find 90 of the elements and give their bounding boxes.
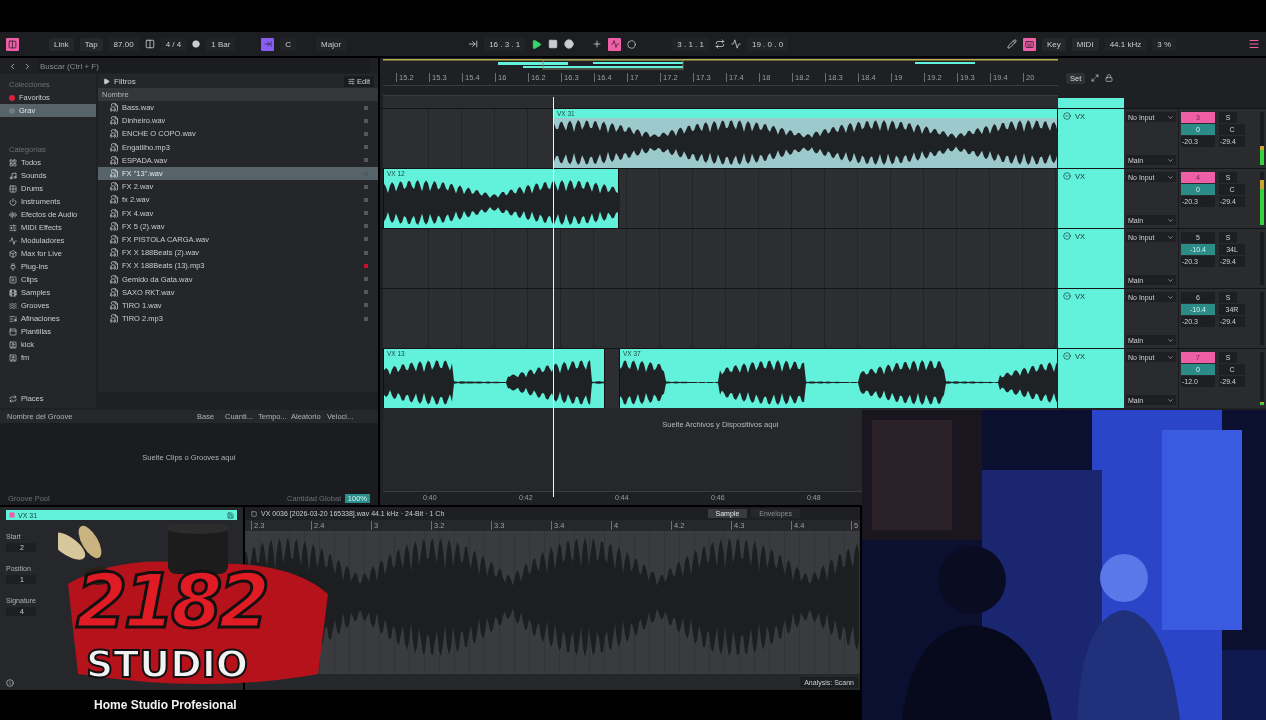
- search-field[interactable]: Buscar (Ctrl + F): [38, 59, 370, 73]
- fold-icon[interactable]: [1063, 292, 1071, 300]
- lock-icon[interactable]: [1105, 74, 1114, 82]
- chevron-down-icon: [1167, 233, 1174, 241]
- fold-icon[interactable]: [1063, 352, 1071, 360]
- box-icon: [9, 249, 17, 258]
- audio-lines-icon: [9, 210, 17, 219]
- scale-dropdown[interactable]: Major: [316, 37, 347, 51]
- layout-icon[interactable]: [6, 37, 19, 51]
- audio-file-icon: [110, 314, 119, 324]
- link-button[interactable]: Link: [49, 37, 74, 51]
- sliders-icon: [9, 223, 17, 232]
- loop-icon[interactable]: [714, 39, 725, 49]
- logo-subtitle: STUDIO: [86, 644, 249, 684]
- sliders-icon: [348, 77, 356, 85]
- note-icon: [9, 171, 17, 180]
- film-icon: [9, 288, 17, 297]
- audio-file-icon: [110, 169, 119, 179]
- fold-icon[interactable]: [1063, 232, 1071, 240]
- back-icon[interactable]: [8, 61, 17, 71]
- save-icon[interactable]: [227, 511, 234, 519]
- chevron-down-icon: [1167, 113, 1174, 121]
- audio-file-icon: [110, 234, 119, 244]
- audio-file-icon: [110, 155, 119, 165]
- user-square-icon: [9, 340, 17, 349]
- quantize-dropdown[interactable]: 1 Bar: [206, 37, 236, 51]
- logo-title: 2182: [76, 564, 266, 638]
- audio-file-icon: [110, 248, 119, 258]
- play-icon[interactable]: [531, 38, 543, 50]
- key-dropdown[interactable]: C: [280, 37, 297, 51]
- loop-start-field[interactable]: 3 . 1 . 1: [672, 37, 709, 51]
- chevron-down-icon: [1167, 216, 1174, 224]
- info-icon[interactable]: [6, 679, 14, 687]
- squares-icon: [9, 184, 17, 193]
- clip-icon: [251, 510, 257, 517]
- chevron-down-icon: [1167, 293, 1174, 301]
- audio-file-icon: [110, 182, 119, 192]
- menu-icon[interactable]: [1248, 38, 1260, 50]
- audio-file-icon: [110, 287, 119, 297]
- chevron-down-icon: [1167, 353, 1174, 361]
- time-signature-field[interactable]: 4 / 4: [160, 37, 187, 51]
- audio-file-icon: [110, 274, 119, 284]
- audio-file-icon: [110, 129, 119, 139]
- audio-file-icon: [110, 208, 119, 218]
- audio-file-icon: [110, 221, 119, 231]
- color-icon: [9, 512, 15, 518]
- audio-file-icon: [110, 300, 119, 310]
- forward-icon[interactable]: [23, 61, 32, 71]
- chevron-down-icon: [1167, 276, 1174, 284]
- loop-length-field[interactable]: 19 . 0 . 0: [746, 37, 789, 51]
- fold-icon[interactable]: [1063, 112, 1071, 120]
- chevron-down-icon: [1167, 336, 1174, 344]
- curve-icon[interactable]: [730, 39, 741, 49]
- logo-tagline: Home Studio Profesional: [94, 698, 237, 712]
- record-icon[interactable]: [564, 39, 575, 49]
- audio-file-icon: [110, 103, 119, 113]
- play-square-icon: [9, 275, 17, 284]
- list-icon: [9, 314, 17, 323]
- midi-map-button[interactable]: MIDI: [1071, 37, 1099, 51]
- grid-icon: [9, 158, 17, 167]
- overview-drawing[interactable]: [383, 58, 1058, 70]
- circle-icon[interactable]: [627, 39, 637, 49]
- filters-label[interactable]: Filtros: [114, 76, 136, 86]
- chevron-down-icon: [1167, 396, 1174, 404]
- tap-button[interactable]: Tap: [79, 37, 103, 51]
- waves-icon: [9, 301, 17, 310]
- chevron-down-icon: [1167, 156, 1174, 164]
- chevron-down-icon: [1167, 173, 1174, 181]
- sample-rate-label: 44.1 kHz: [1104, 37, 1147, 51]
- audio-file-icon: [110, 261, 119, 271]
- power-icon: [9, 197, 17, 206]
- fold-icon[interactable]: [1063, 172, 1071, 180]
- stop-icon[interactable]: [548, 39, 559, 49]
- keyboard-icon[interactable]: [1022, 37, 1036, 51]
- loop-arrows-icon: [9, 394, 17, 403]
- plus-icon[interactable]: [592, 39, 603, 49]
- pencil-icon[interactable]: [1006, 39, 1017, 49]
- audio-file-icon: [110, 195, 119, 205]
- automation-icon[interactable]: [608, 37, 622, 51]
- tempo-field[interactable]: 87.00: [108, 37, 139, 51]
- pulse-icon: [9, 236, 17, 245]
- panel-icon: [9, 327, 17, 336]
- audio-file-icon: [110, 142, 119, 152]
- cpu-load-label: 3 %: [1152, 37, 1176, 51]
- position-field[interactable]: 16 . 3 . 1: [484, 37, 526, 51]
- audio-file-icon: [110, 116, 119, 126]
- track-header-strip: [1058, 98, 1124, 108]
- plug-icon: [9, 262, 17, 271]
- user-square-icon: [9, 353, 17, 362]
- key-map-button[interactable]: Key: [1041, 37, 1066, 51]
